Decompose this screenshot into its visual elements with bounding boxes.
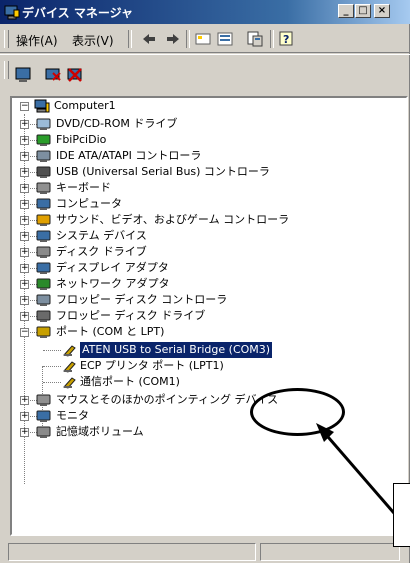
expand-icon[interactable]: + (20, 280, 29, 289)
tree-item-label: システム デバイス (56, 229, 147, 242)
tree-item-label: FbiPciDio (56, 133, 107, 146)
window-title: デバイス マネージャ (22, 6, 133, 20)
expand-icon[interactable]: + (20, 200, 29, 209)
forward-arrow-icon[interactable] (164, 30, 182, 48)
expand-icon[interactable]: + (20, 396, 29, 405)
menu-view[interactable]: 表示(V) (72, 32, 114, 49)
expand-icon[interactable]: + (20, 232, 29, 241)
tree-item-label: モニタ (56, 409, 89, 422)
toolbar-separator (270, 30, 274, 48)
network-adapter-icon (36, 278, 51, 290)
help-icon[interactable]: ? (278, 30, 296, 48)
expand-icon[interactable]: + (20, 428, 29, 437)
dvd-drive-icon (36, 118, 51, 130)
tree-branch-line (43, 366, 61, 367)
port-connector-icon (63, 345, 76, 357)
tree-item-label: ポート (COM と LPT) (56, 325, 165, 338)
minimize-button[interactable]: _ (338, 4, 354, 18)
keyboard-icon (36, 182, 51, 194)
tree-branch-line (43, 350, 61, 351)
expand-icon[interactable]: + (20, 168, 29, 177)
floppy-drive-icon (36, 310, 51, 322)
device-tree[interactable]: − Computer1 + DVD/CD-ROM ドライブ + FbiPciDio + I… (10, 96, 408, 536)
port-label: 通信ポート (COM1) (80, 375, 180, 388)
title-bar: デバイス マネージャ _ □ × (0, 0, 410, 24)
expand-icon[interactable]: + (20, 184, 29, 193)
properties-icon[interactable] (246, 30, 264, 48)
tree-item-label: 記憶域ボリューム (56, 425, 144, 438)
device-toolbar (0, 54, 410, 95)
toolbar-separator (128, 30, 132, 48)
port-icon (36, 326, 51, 338)
tree-root-label: Computer1 (54, 99, 116, 112)
menu-bar: 操作(A) 表示(V) ? (0, 26, 410, 53)
status-bar (0, 540, 410, 563)
usb-icon (36, 166, 51, 178)
tree-item-label: サウンド、ビデオ、およびゲーム コントローラ (56, 213, 290, 226)
device-manager-window: デバイス マネージャ _ □ × 操作(A) 表示(V) ? − Compute… (0, 0, 410, 563)
tree-item-label: マウスとそのほかのポインティング デバイス (56, 393, 279, 406)
storage-volume-icon (36, 426, 51, 438)
selected-port-label: ATEN USB to Serial Bridge (COM3) (80, 342, 273, 358)
expand-icon[interactable]: + (20, 296, 29, 305)
tree-item-label: ネットワーク アダプタ (56, 277, 170, 290)
annotation-callout-box (393, 483, 410, 547)
properties-list-icon[interactable] (216, 30, 234, 48)
tree-item-label: USB (Universal Serial Bus) コントローラ (56, 165, 270, 178)
tree-item-label: フロッピー ディスク コントローラ (56, 293, 228, 306)
tree-item-label: フロッピー ディスク ドライブ (56, 309, 206, 322)
tree-branch-line (43, 382, 61, 383)
system-device-icon (36, 230, 51, 242)
computer-icon (34, 99, 50, 113)
card-icon (36, 134, 51, 146)
menu-grip (4, 30, 9, 48)
mouse-icon (36, 394, 51, 406)
tree-item-label: ディスプレイ アダプタ (56, 261, 169, 274)
tree-item-label: コンピュータ (56, 197, 122, 210)
device-manager-icon (4, 5, 20, 20)
expand-icon[interactable]: + (20, 312, 29, 321)
disable-device-icon[interactable] (66, 66, 84, 84)
expand-icon[interactable]: + (20, 136, 29, 145)
expand-icon[interactable]: + (20, 264, 29, 273)
tree-item-label: DVD/CD-ROM ドライブ (56, 117, 178, 130)
scan-hardware-icon[interactable] (14, 66, 32, 84)
expand-icon[interactable]: + (20, 152, 29, 161)
expand-icon[interactable]: + (20, 216, 29, 225)
toolbar-grip (4, 61, 9, 79)
port-connector-icon (63, 377, 76, 389)
monitor-icon (36, 410, 51, 422)
uninstall-device-icon[interactable] (44, 66, 62, 84)
port-label: ECP プリンタ ポート (LPT1) (80, 359, 224, 372)
highlight-ellipse (250, 388, 345, 436)
port-connector-icon (63, 361, 76, 373)
expand-icon[interactable]: + (20, 248, 29, 257)
status-pane-secondary (260, 543, 400, 561)
expand-icon[interactable]: + (20, 412, 29, 421)
floppy-controller-icon (36, 294, 51, 306)
expand-icon[interactable]: + (20, 120, 29, 129)
ide-controller-icon (36, 150, 51, 162)
folder-tree-icon[interactable] (194, 30, 212, 48)
sound-icon (36, 214, 51, 226)
menu-action[interactable]: 操作(A) (16, 32, 58, 49)
toolbar-separator (186, 30, 190, 48)
collapse-icon[interactable]: − (20, 328, 29, 337)
back-arrow-icon[interactable] (140, 30, 158, 48)
tree-item-label: ディスク ドライブ (56, 245, 147, 258)
svg-text:?: ? (283, 33, 289, 46)
status-pane-main (8, 543, 256, 561)
maximize-button[interactable]: □ (355, 4, 371, 18)
display-adapter-icon (36, 262, 51, 274)
tree-item-label: IDE ATA/ATAPI コントローラ (56, 149, 202, 162)
collapse-icon[interactable]: − (20, 102, 29, 111)
disk-drive-icon (36, 246, 51, 258)
computer-icon (36, 198, 51, 210)
tree-item-label: キーボード (56, 181, 111, 194)
close-button[interactable]: × (374, 4, 390, 18)
